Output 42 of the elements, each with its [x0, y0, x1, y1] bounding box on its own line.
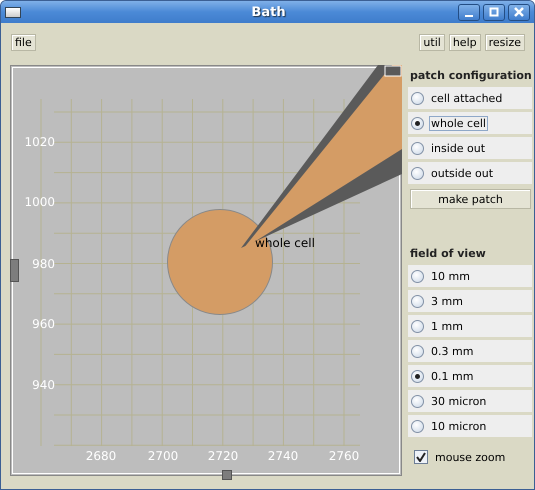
radio-option[interactable]: 0.1 mm [408, 365, 532, 387]
minimize-icon [465, 14, 473, 16]
x-tick-label: 2700 [148, 449, 178, 463]
radio-option[interactable]: 10 micron [408, 415, 532, 437]
radio-option[interactable]: outside out [408, 162, 532, 184]
window-title: Bath [250, 4, 287, 20]
y-tick-label: 1020 [24, 135, 55, 149]
patch-view[interactable]: whole cell 1020 1000 980 960 940 2680 2700 2720 2740 2760 [10, 65, 403, 477]
radio-option[interactable]: cell attached [408, 87, 532, 109]
radio-option[interactable]: 1 mm [408, 315, 532, 337]
maximize-button[interactable] [483, 4, 505, 20]
x-tick-label: 2760 [328, 449, 360, 463]
minimize-button[interactable] [458, 4, 480, 20]
section-title: patch configuration [409, 68, 532, 84]
scroll-handle[interactable] [10, 259, 19, 282]
toolbar-button[interactable]: util [419, 34, 445, 50]
radio-option[interactable]: inside out [408, 137, 532, 159]
radio-option[interactable]: 3 mm [408, 290, 532, 312]
corner-handle[interactable] [384, 66, 402, 76]
checkbox-option[interactable]: mouse zoom [408, 446, 532, 468]
x-tick-label: 2720 [208, 449, 238, 463]
cell-label: whole cell [255, 236, 315, 250]
x-tick-label: 2740 [268, 449, 298, 463]
radio-option[interactable]: whole cell [408, 112, 532, 134]
close-icon [514, 7, 524, 17]
toolbar-button[interactable]: resize [484, 34, 525, 50]
section-title: field of view [409, 246, 487, 262]
y-tick-label: 940 [32, 378, 55, 392]
toolbar-button[interactable]: help [448, 34, 481, 50]
scroll-handle[interactable] [222, 470, 232, 480]
y-tick-label: 960 [32, 317, 55, 331]
radio-option[interactable]: 30 micron [408, 390, 532, 412]
y-tick-label: 980 [32, 257, 55, 271]
close-button[interactable] [508, 4, 530, 20]
x-tick-label: 2680 [86, 449, 116, 463]
window-icon [5, 6, 21, 18]
maximize-icon [489, 7, 499, 17]
y-tick-label: 1000 [24, 195, 55, 209]
menu-button[interactable]: file [11, 34, 36, 50]
radio-option[interactable]: 10 mm [408, 265, 532, 287]
make-patch-button[interactable]: make patch [410, 189, 531, 209]
radio-option[interactable]: 0.3 mm [408, 340, 532, 362]
